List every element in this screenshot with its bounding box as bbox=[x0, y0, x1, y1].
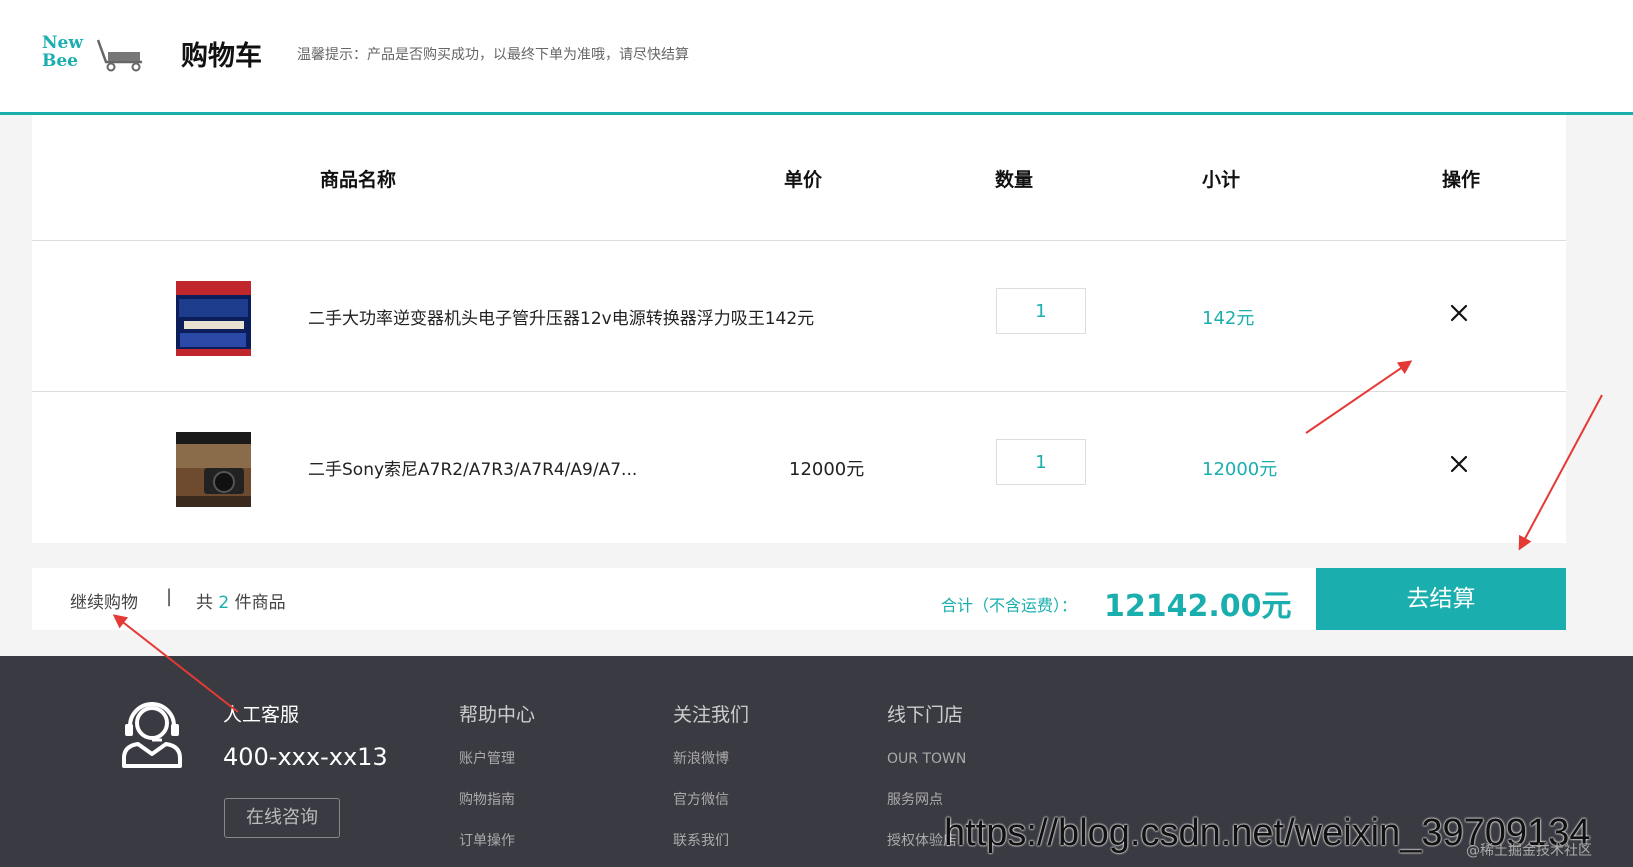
product-name[interactable]: 二手Sony索尼A7R2/A7R3/A7R4/A9/A7... bbox=[308, 455, 637, 480]
customer-service-icon bbox=[122, 702, 182, 768]
page-header: New Bee 购物车 温馨提示：产品是否购买成功，以最终下单为准哦，请尽快结算 bbox=[0, 0, 1633, 115]
product-name[interactable]: 二手大功率逆变器机头电子管升压器12v电源转换器浮力吸王142元 bbox=[308, 304, 814, 329]
cart-logo-icon bbox=[96, 39, 142, 72]
online-consult-button[interactable]: 在线咨询 bbox=[224, 798, 340, 838]
close-icon[interactable] bbox=[1444, 298, 1474, 328]
total-label: 合计（不含运费）： bbox=[941, 596, 1078, 615]
column-header-subtotal: 小计 bbox=[1202, 169, 1241, 191]
footer-link[interactable]: 官方微信 bbox=[673, 790, 749, 831]
logo-text: New Bee bbox=[42, 33, 83, 71]
total-amount: 12142.00元 bbox=[1104, 589, 1292, 624]
separator: | bbox=[166, 586, 173, 607]
footer-link[interactable]: 购物指南 bbox=[459, 790, 535, 831]
footer-link[interactable]: OUR TOWN bbox=[887, 749, 966, 790]
product-price: 12000元 bbox=[789, 459, 865, 480]
quantity-input[interactable] bbox=[996, 439, 1086, 485]
column-header-action: 操作 bbox=[1442, 169, 1481, 191]
product-thumbnail[interactable] bbox=[176, 281, 251, 356]
column-header-price: 单价 bbox=[784, 169, 823, 191]
page-title: 购物车 bbox=[181, 41, 262, 72]
newbee-logo[interactable]: New Bee bbox=[42, 34, 147, 74]
item-subtotal: 142元 bbox=[1202, 308, 1255, 329]
cart-summary-bar: 继续购物 | 共 2 件商品 合计（不含运费）： 12142.00元 去结算 bbox=[32, 568, 1566, 630]
column-header-quantity: 数量 bbox=[995, 169, 1034, 191]
item-count: 共 2 件商品 bbox=[196, 593, 286, 613]
column-header-name: 商品名称 bbox=[320, 169, 397, 191]
footer-link[interactable]: 新浪微博 bbox=[673, 749, 749, 790]
inverter-product-image bbox=[176, 281, 251, 356]
cart-table-header: 商品名称 单价 数量 小计 操作 bbox=[32, 115, 1566, 241]
product-thumbnail[interactable] bbox=[176, 432, 251, 507]
footer-link[interactable]: 订单操作 bbox=[459, 831, 535, 867]
cart-table: 商品名称 单价 数量 小计 操作 二手大功率逆变器机头电子管升压器12v电源转换… bbox=[32, 115, 1566, 543]
camera-product-image bbox=[176, 432, 251, 507]
watermark-community: @稀土掘金技术社区 bbox=[1466, 843, 1592, 859]
continue-shopping-link[interactable]: 继续购物 bbox=[70, 588, 138, 613]
footer-column-help: 帮助中心 账户管理 购物指南 订单操作 bbox=[459, 700, 535, 867]
cart-item-row: 二手大功率逆变器机头电子管升压器12v电源转换器浮力吸王142元 142元 bbox=[32, 241, 1566, 392]
service-title: 人工客服 bbox=[223, 704, 300, 726]
header-tip: 温馨提示：产品是否购买成功，以最终下单为准哦，请尽快结算 bbox=[297, 47, 689, 63]
footer-link[interactable]: 联系我们 bbox=[673, 831, 749, 867]
item-subtotal: 12000元 bbox=[1202, 459, 1278, 480]
footer-column-follow: 关注我们 新浪微博 官方微信 联系我们 bbox=[673, 700, 749, 867]
quantity-input[interactable] bbox=[996, 288, 1086, 334]
service-phone: 400-xxx-xx13 bbox=[223, 743, 388, 771]
close-icon[interactable] bbox=[1444, 449, 1474, 479]
cart-item-row: 二手Sony索尼A7R2/A7R3/A7R4/A9/A7... 12000元 1… bbox=[32, 392, 1566, 543]
footer-link[interactable]: 账户管理 bbox=[459, 749, 535, 790]
checkout-button[interactable]: 去结算 bbox=[1316, 568, 1566, 630]
